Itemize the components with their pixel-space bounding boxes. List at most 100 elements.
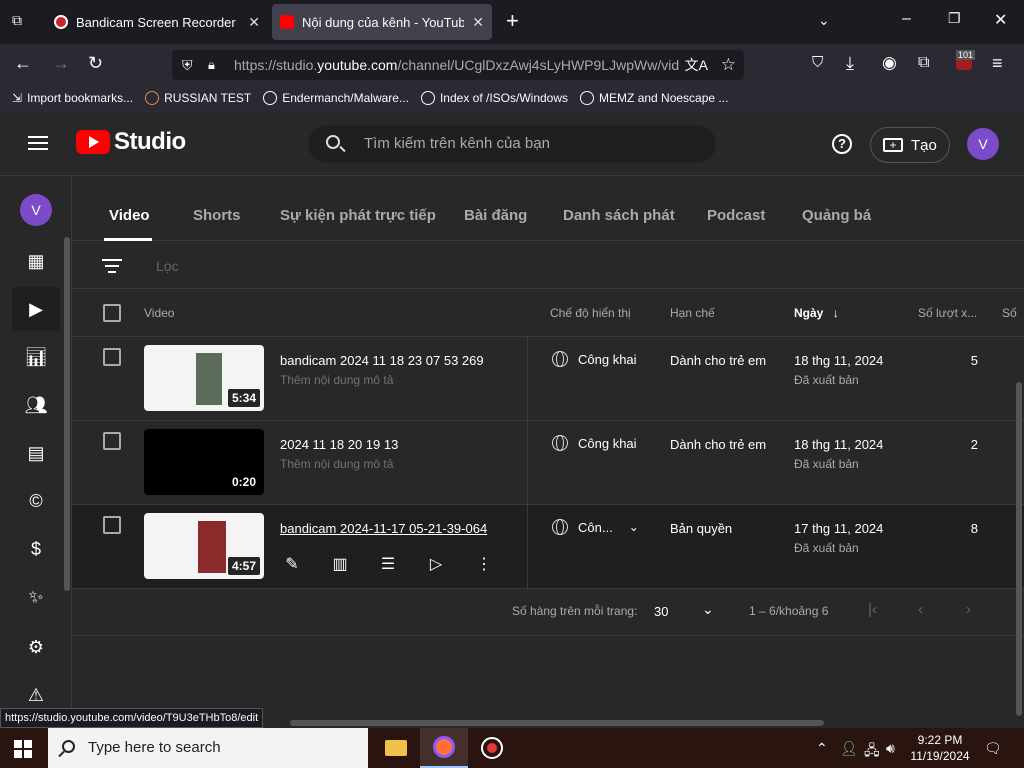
table-row[interactable]: 5:34 bandicam 2024 11 18 23 07 53 269 Th… bbox=[72, 337, 1024, 421]
row-checkbox[interactable] bbox=[103, 516, 121, 534]
channel-avatar[interactable]: V bbox=[20, 194, 52, 226]
extensions-icon[interactable]: ⧉ bbox=[918, 54, 929, 72]
app-menu-icon[interactable]: ≡ bbox=[992, 54, 1003, 72]
filter-bar[interactable]: Lọc bbox=[72, 241, 1024, 289]
pocket-icon[interactable]: ⛉ bbox=[812, 54, 823, 72]
tab-promotions[interactable]: Quảng bá bbox=[802, 207, 871, 224]
previous-page-icon[interactable]: ‹ bbox=[918, 601, 923, 618]
sidebar-content-icon[interactable]: ▶ bbox=[12, 287, 60, 331]
sidebar-copyright-icon[interactable]: © bbox=[12, 479, 60, 523]
network-icon[interactable]: 🖧︎ bbox=[864, 740, 880, 764]
column-visibility[interactable]: Chế độ hiển thị bbox=[550, 306, 631, 320]
table-row[interactable]: 4:57 bandicam 2024-11-17 05-21-39-064 ✎ … bbox=[72, 505, 1024, 589]
edit-details-icon[interactable]: ✎ bbox=[280, 553, 304, 577]
analytics-icon[interactable]: ▥ bbox=[328, 553, 352, 577]
tracking-protection-icon[interactable]: ⛨ bbox=[182, 50, 193, 80]
filter-icon[interactable] bbox=[102, 259, 122, 273]
video-description[interactable]: Thêm nội dung mô tả bbox=[280, 457, 393, 471]
bandicam-icon[interactable] bbox=[468, 728, 516, 768]
address-bar[interactable]: ⛨ 🔒︎ https://studio.youtube.com/channel/… bbox=[172, 50, 744, 80]
ublock-icon[interactable]: 101 bbox=[954, 50, 976, 72]
studio-logo[interactable]: Studio bbox=[76, 128, 186, 156]
bookmark-russian-test[interactable]: RUSSIAN TEST bbox=[145, 91, 251, 105]
row-checkbox[interactable] bbox=[103, 348, 121, 366]
tab-live[interactable]: Sự kiện phát trực tiếp bbox=[280, 207, 436, 224]
browser-tab-youtube-studio[interactable]: Nội dung của kênh - YouTube S ✕ bbox=[272, 4, 492, 40]
visibility-cell[interactable]: Công khai bbox=[552, 351, 637, 367]
user-icon[interactable]: 👤︎ bbox=[840, 740, 858, 757]
tab-podcast[interactable]: Podcast bbox=[707, 207, 765, 224]
visibility-dropdown[interactable]: Côn... ⌄ bbox=[552, 519, 639, 535]
restore-icon[interactable]: ❐ bbox=[948, 10, 961, 27]
view-on-youtube-icon[interactable]: ▷ bbox=[424, 553, 448, 577]
help-icon[interactable]: ? bbox=[832, 134, 852, 154]
bookmark-endermanch[interactable]: Endermanch/Malware... bbox=[263, 91, 409, 105]
row-checkbox[interactable] bbox=[103, 432, 121, 450]
show-hidden-icons-icon[interactable]: ⌃ bbox=[816, 740, 828, 757]
close-window-icon[interactable]: ✕ bbox=[994, 10, 1007, 30]
close-tab-icon[interactable]: ✕ bbox=[472, 14, 484, 31]
video-thumbnail[interactable]: 0:20 bbox=[144, 429, 264, 495]
column-date[interactable]: Ngày ↓ bbox=[794, 306, 839, 320]
sidebar-settings-icon[interactable]: ⚙ bbox=[12, 625, 60, 669]
file-explorer-icon[interactable] bbox=[372, 728, 420, 768]
volume-icon[interactable]: 🔊︎ bbox=[886, 740, 895, 757]
sidebar-customization-icon[interactable]: ✨︎ bbox=[12, 575, 60, 619]
next-page-icon[interactable]: › bbox=[966, 601, 971, 618]
video-title[interactable]: 2024 11 18 20 19 13 bbox=[280, 437, 398, 452]
taskbar-clock[interactable]: 9:22 PM 11/19/2024 bbox=[900, 732, 980, 764]
new-tab-icon[interactable]: + bbox=[506, 8, 519, 34]
downloads-icon[interactable]: ⤓ bbox=[846, 54, 854, 72]
sidebar-subtitles-icon[interactable]: ▤ bbox=[12, 431, 60, 475]
channel-search-input[interactable]: Tìm kiếm trên kênh của bạn bbox=[308, 125, 716, 163]
firefox-icon[interactable] bbox=[420, 728, 468, 768]
column-comments[interactable]: Số bbox=[1002, 306, 1017, 320]
windows-start-icon[interactable] bbox=[14, 740, 32, 758]
sidebar-earn-icon[interactable]: $ bbox=[12, 527, 60, 571]
create-button[interactable]: + Tạo bbox=[870, 127, 950, 163]
bookmark-memz[interactable]: MEMZ and Noescape ... bbox=[580, 91, 728, 105]
visibility-cell[interactable]: Công khai bbox=[552, 435, 637, 451]
select-all-checkbox[interactable] bbox=[103, 304, 121, 322]
notifications-icon[interactable]: 🗨︎ bbox=[984, 740, 1002, 757]
account-icon[interactable]: ◉ bbox=[882, 54, 897, 72]
table-row[interactable]: 0:20 2024 11 18 20 19 13 Thêm nội dung m… bbox=[72, 421, 1024, 505]
lock-icon[interactable]: 🔒︎ bbox=[208, 50, 215, 80]
first-page-icon[interactable]: |‹ bbox=[868, 601, 877, 618]
video-description[interactable]: Thêm nội dung mô tả bbox=[280, 373, 393, 387]
bookmark-import[interactable]: ⇲ Import bookmarks... bbox=[12, 91, 133, 105]
column-restrictions[interactable]: Hạn chế bbox=[670, 306, 715, 320]
tab-playlists[interactable]: Danh sách phát bbox=[563, 207, 675, 224]
reload-icon[interactable]: ↻ bbox=[88, 54, 103, 72]
sidebar-scrollbar[interactable] bbox=[64, 237, 70, 591]
tab-video[interactable]: Video bbox=[109, 207, 150, 224]
rows-per-page-select[interactable]: 30 bbox=[654, 604, 668, 619]
browser-tab-bandicam[interactable]: Bandicam Screen Recorder Dow ✕ bbox=[46, 4, 268, 40]
sidebar-community-icon[interactable]: 👥︎ bbox=[12, 383, 60, 427]
bookmark-star-icon[interactable]: ☆ bbox=[721, 50, 736, 80]
forward-icon[interactable]: → bbox=[52, 54, 70, 72]
more-options-icon[interactable]: ⋮ bbox=[472, 553, 496, 577]
page-horizontal-scrollbar[interactable] bbox=[290, 720, 824, 726]
video-thumbnail[interactable]: 5:34 bbox=[144, 345, 264, 411]
tab-shorts[interactable]: Shorts bbox=[193, 207, 241, 224]
taskbar-search-input[interactable]: Type here to search bbox=[48, 728, 368, 768]
page-vertical-scrollbar[interactable] bbox=[1016, 382, 1022, 716]
back-icon[interactable]: ← bbox=[14, 54, 32, 72]
bookmark-isos[interactable]: Index of /ISOs/Windows bbox=[420, 91, 568, 105]
list-all-tabs-icon[interactable]: ⌄ bbox=[818, 12, 830, 29]
tab-posts[interactable]: Bài đăng bbox=[464, 207, 527, 224]
translate-icon[interactable]: 文A bbox=[678, 50, 708, 80]
menu-icon[interactable] bbox=[28, 136, 48, 150]
chevron-down-icon[interactable]: ⌄ bbox=[702, 601, 714, 618]
column-views[interactable]: Số lượt x... bbox=[918, 306, 977, 320]
sidebar-dashboard-icon[interactable]: ▦ bbox=[12, 239, 60, 283]
sidebar-analytics-icon[interactable]: 📊︎ bbox=[12, 335, 60, 379]
account-avatar[interactable]: V bbox=[967, 128, 999, 160]
video-title[interactable]: bandicam 2024 11 18 23 07 53 269 bbox=[280, 353, 484, 368]
minimize-icon[interactable]: – bbox=[902, 10, 911, 28]
close-tab-icon[interactable]: ✕ bbox=[248, 14, 260, 31]
video-title[interactable]: bandicam 2024-11-17 05-21-39-064 bbox=[280, 521, 487, 536]
tab-overview-icon[interactable]: ⧉ bbox=[12, 12, 22, 29]
comments-icon[interactable]: ☰ bbox=[376, 553, 400, 577]
